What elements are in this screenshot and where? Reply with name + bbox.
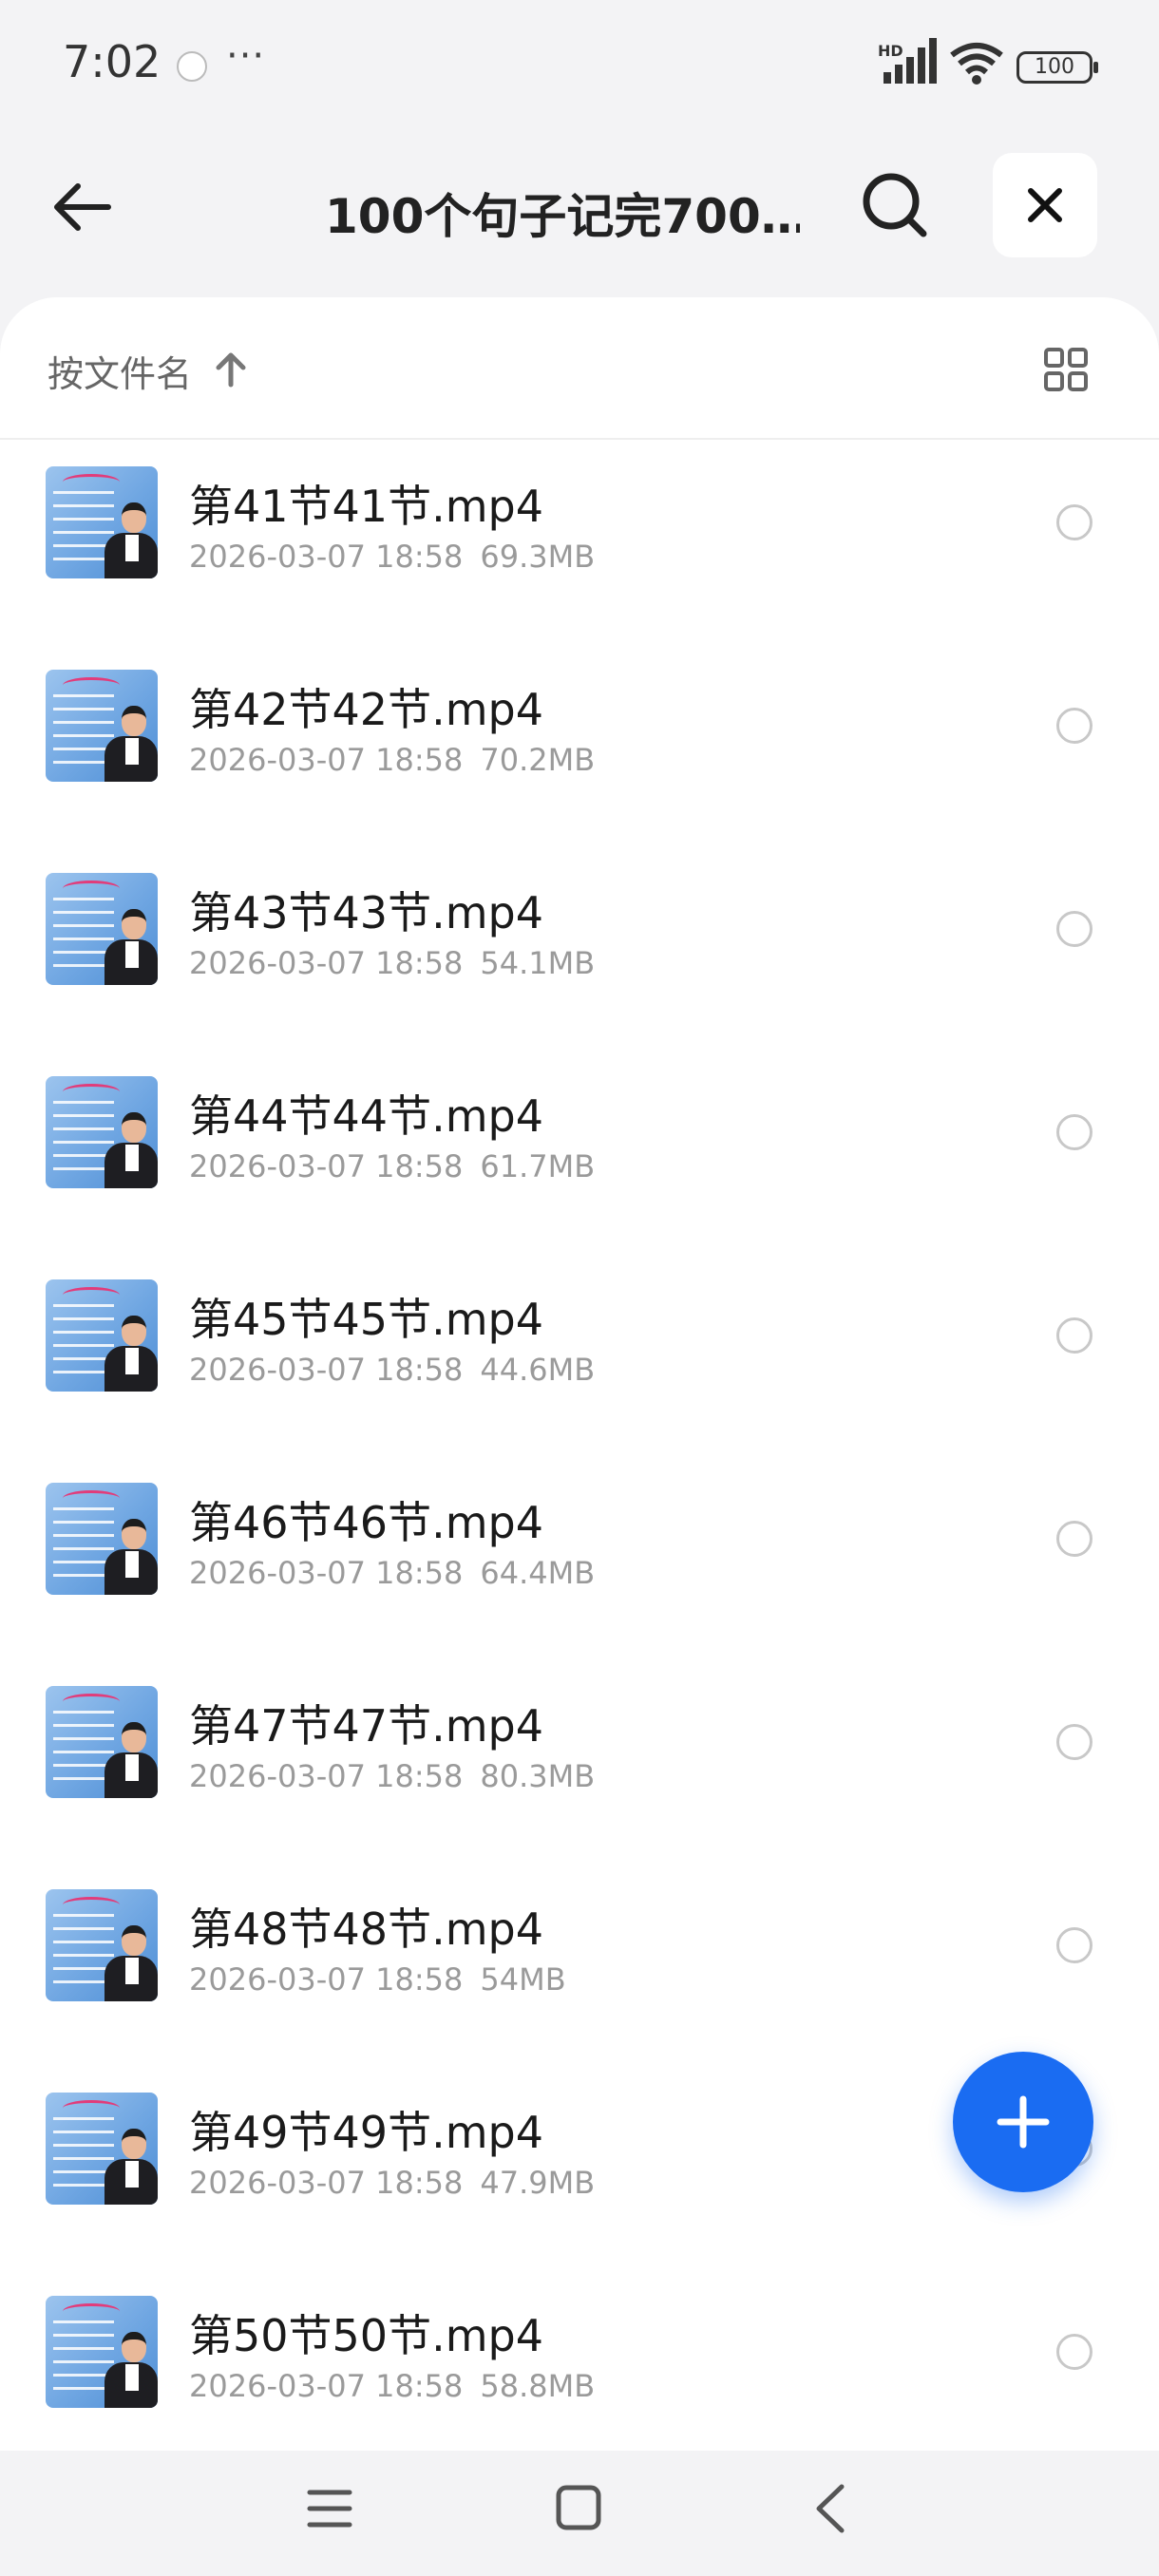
select-radio[interactable]: [1056, 1927, 1092, 1963]
file-name: 第50节50节.mp4: [189, 2310, 543, 2361]
close-icon: [1028, 188, 1062, 222]
file-meta: 2026-03-07 18:58 54.1MB: [189, 945, 612, 981]
wifi-icon: [950, 43, 1003, 85]
select-radio[interactable]: [1056, 2334, 1092, 2370]
file-date: 2026-03-07 18:58: [189, 1148, 464, 1184]
file-meta: 2026-03-07 18:58 54MB: [189, 1961, 583, 1998]
select-radio[interactable]: [1056, 1317, 1092, 1354]
file-meta: 2026-03-07 18:58 80.3MB: [189, 1758, 612, 1794]
file-size: 58.8MB: [480, 2368, 596, 2404]
select-radio[interactable]: [1056, 1724, 1092, 1760]
file-name: 第44节44节.mp4: [189, 1090, 543, 1142]
file-date: 2026-03-07 18:58: [189, 742, 464, 778]
file-meta: 2026-03-07 18:58 47.9MB: [189, 2165, 612, 2201]
file-size: 70.2MB: [480, 742, 596, 778]
file-date: 2026-03-07 18:58: [189, 1961, 464, 1998]
file-meta: 2026-03-07 18:58 44.6MB: [189, 1352, 612, 1388]
file-name: 第46节46节.mp4: [189, 1497, 543, 1548]
file-meta: 2026-03-07 18:58 64.4MB: [189, 1555, 612, 1591]
video-thumbnail: [46, 1686, 158, 1798]
select-radio[interactable]: [1056, 708, 1092, 744]
file-row[interactable]: 第43节43节.mp4 2026-03-07 18:58 54.1MB: [0, 846, 1159, 1050]
more-notifications-icon: ···: [226, 34, 266, 78]
status-time: 7:02: [63, 36, 162, 87]
file-meta: 2026-03-07 18:58 58.8MB: [189, 2368, 612, 2404]
video-thumbnail: [46, 1889, 158, 2001]
home-icon[interactable]: [555, 2483, 602, 2532]
file-row[interactable]: 第45节45节.mp4 2026-03-07 18:58 44.6MB: [0, 1253, 1159, 1456]
select-radio[interactable]: [1056, 504, 1092, 540]
video-thumbnail: [46, 2296, 158, 2408]
video-thumbnail: [46, 670, 158, 782]
file-name: 第43节43节.mp4: [189, 887, 543, 938]
select-radio[interactable]: [1056, 1114, 1092, 1150]
battery-icon: 100: [1016, 51, 1098, 84]
nav-back-icon[interactable]: [811, 2483, 849, 2534]
file-date: 2026-03-07 18:58: [189, 1352, 464, 1388]
file-date: 2026-03-07 18:58: [189, 539, 464, 575]
system-nav-bar: [0, 2451, 1159, 2576]
video-thumbnail: [46, 1483, 158, 1595]
select-radio[interactable]: [1056, 1521, 1092, 1557]
file-name: 第48节48节.mp4: [189, 1904, 543, 1955]
sort-ascending-icon[interactable]: [213, 350, 249, 388]
app-notification-icon: [177, 51, 207, 82]
file-date: 2026-03-07 18:58: [189, 2165, 464, 2201]
file-row[interactable]: 第44节44节.mp4 2026-03-07 18:58 61.7MB: [0, 1050, 1159, 1253]
file-size: 54MB: [480, 1961, 566, 1998]
back-arrow-icon[interactable]: [49, 173, 118, 241]
file-name: 第45节45节.mp4: [189, 1294, 543, 1345]
signal-icon: [884, 38, 937, 84]
select-radio[interactable]: [1056, 911, 1092, 947]
plus-icon: [997, 2095, 1050, 2149]
video-thumbnail: [46, 466, 158, 578]
file-size: 44.6MB: [480, 1352, 596, 1388]
grid-view-icon[interactable]: [1043, 347, 1089, 392]
file-meta: 2026-03-07 18:58 69.3MB: [189, 539, 612, 575]
video-thumbnail: [46, 1076, 158, 1188]
file-date: 2026-03-07 18:58: [189, 945, 464, 981]
file-row[interactable]: 第47节47节.mp4 2026-03-07 18:58 80.3MB: [0, 1659, 1159, 1863]
video-thumbnail: [46, 1279, 158, 1392]
file-name: 第42节42节.mp4: [189, 684, 543, 735]
file-name: 第47节47节.mp4: [189, 1700, 543, 1752]
page-title: 100个句子记完700…: [325, 189, 800, 244]
file-size: 80.3MB: [480, 1758, 596, 1794]
file-size: 69.3MB: [480, 539, 596, 575]
file-size: 64.4MB: [480, 1555, 596, 1591]
add-button[interactable]: [953, 2052, 1093, 2192]
file-row[interactable]: 第48节48节.mp4 2026-03-07 18:58 54MB: [0, 1863, 1159, 2066]
close-button[interactable]: [993, 153, 1097, 257]
video-thumbnail: [46, 2093, 158, 2205]
file-size: 54.1MB: [480, 945, 596, 981]
file-row[interactable]: 第41节41节.mp4 2026-03-07 18:58 69.3MB: [0, 440, 1159, 643]
file-name: 第41节41节.mp4: [189, 481, 543, 532]
file-row[interactable]: 第50节50节.mp4 2026-03-07 18:58 58.8MB: [0, 2269, 1159, 2472]
sort-by-name-button[interactable]: 按文件名: [48, 345, 192, 397]
status-bar: 7:02 ··· HD 100: [0, 0, 1159, 133]
recent-apps-icon[interactable]: [306, 2487, 353, 2530]
video-thumbnail: [46, 873, 158, 985]
file-row[interactable]: 第46节46节.mp4 2026-03-07 18:58 64.4MB: [0, 1456, 1159, 1659]
sort-bar: 按文件名: [0, 297, 1159, 440]
file-meta: 2026-03-07 18:58 70.2MB: [189, 742, 612, 778]
file-size: 47.9MB: [480, 2165, 596, 2201]
file-name: 第49节49节.mp4: [189, 2107, 543, 2158]
file-size: 61.7MB: [480, 1148, 596, 1184]
file-date: 2026-03-07 18:58: [189, 1555, 464, 1591]
file-date: 2026-03-07 18:58: [189, 1758, 464, 1794]
file-meta: 2026-03-07 18:58 61.7MB: [189, 1148, 612, 1184]
file-row[interactable]: 第42节42节.mp4 2026-03-07 18:58 70.2MB: [0, 643, 1159, 846]
file-date: 2026-03-07 18:58: [189, 2368, 464, 2404]
search-icon[interactable]: [859, 169, 931, 241]
